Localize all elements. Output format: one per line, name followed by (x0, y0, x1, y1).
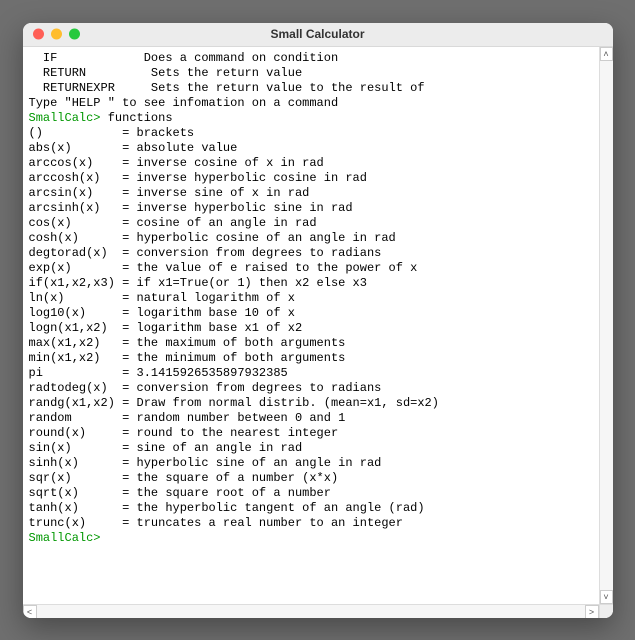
terminal-line: degtorad(x)= conversion from degrees to … (29, 246, 593, 261)
scroll-down-button[interactable]: ˅ (600, 590, 613, 604)
terminal-line: tanh(x)= the hyperbolic tangent of an an… (29, 501, 593, 516)
terminal-line: cos(x)= cosine of an angle in rad (29, 216, 593, 231)
close-icon[interactable] (33, 29, 44, 40)
prompt: SmallCalc> (29, 111, 101, 125)
terminal-line: arcsinh(x)= inverse hyperbolic sine in r… (29, 201, 593, 216)
scroll-up-button[interactable]: ˄ (600, 47, 613, 61)
terminal-line: sqr(x)= the square of a number (x*x) (29, 471, 593, 486)
terminal-line: random= random number between 0 and 1 (29, 411, 593, 426)
minimize-icon[interactable] (51, 29, 62, 40)
scroll-corner (599, 605, 613, 618)
traffic-lights (33, 29, 80, 40)
terminal-line: arcsin(x)= inverse sine of x in rad (29, 186, 593, 201)
horizontal-scrollbar[interactable]: ˂ ˃ (23, 604, 613, 618)
terminal-line: abs(x)= absolute value (29, 141, 593, 156)
terminal-line: log10(x)= logarithm base 10 of x (29, 306, 593, 321)
titlebar[interactable]: Small Calculator (23, 23, 613, 47)
hscroll-track[interactable] (37, 605, 585, 618)
terminal-line: ()= brackets (29, 126, 593, 141)
vertical-scrollbar[interactable]: ˄ ˅ (599, 47, 613, 604)
terminal-line: sqrt(x)= the square root of a number (29, 486, 593, 501)
terminal-line: ln(x)= natural logarithm of x (29, 291, 593, 306)
terminal-line: trunc(x)= truncates a real number to an … (29, 516, 593, 531)
terminal-line: SmallCalc> functions (29, 111, 593, 126)
terminal-line: IF Does a command on condition (29, 51, 593, 66)
content-area: IF Does a command on condition RETURN Se… (23, 47, 613, 604)
prompt[interactable]: SmallCalc> (29, 531, 101, 545)
terminal-line: pi= 3.1415926535897932385 (29, 366, 593, 381)
terminal-line: Type "HELP " to see infomation on a comm… (29, 96, 593, 111)
terminal-line: sin(x)= sine of an angle in rad (29, 441, 593, 456)
terminal-line: RETURNEXPR Sets the return value to the … (29, 81, 593, 96)
terminal-line: arccosh(x)= inverse hyperbolic cosine in… (29, 171, 593, 186)
terminal-line: RETURN Sets the return value (29, 66, 593, 81)
scroll-left-button[interactable]: ˂ (23, 605, 37, 618)
terminal-line: cosh(x)= hyperbolic cosine of an angle i… (29, 231, 593, 246)
scroll-right-button[interactable]: ˃ (585, 605, 599, 618)
terminal-line: round(x)= round to the nearest integer (29, 426, 593, 441)
terminal-line: SmallCalc> (29, 531, 593, 546)
terminal-line: arccos(x)= inverse cosine of x in rad (29, 156, 593, 171)
app-window: Small Calculator IF Does a command on co… (23, 23, 613, 618)
terminal-line: randg(x1,x2)= Draw from normal distrib. … (29, 396, 593, 411)
terminal-line: sinh(x)= hyperbolic sine of an angle in … (29, 456, 593, 471)
terminal-line: radtodeg(x)= conversion from degrees to … (29, 381, 593, 396)
terminal-line: min(x1,x2)= the minimum of both argument… (29, 351, 593, 366)
terminal-line: max(x1,x2)= the maximum of both argument… (29, 336, 593, 351)
zoom-icon[interactable] (69, 29, 80, 40)
terminal-line: exp(x)= the value of e raised to the pow… (29, 261, 593, 276)
terminal-output[interactable]: IF Does a command on condition RETURN Se… (23, 47, 599, 604)
terminal-line: logn(x1,x2)= logarithm base x1 of x2 (29, 321, 593, 336)
window-title: Small Calculator (23, 27, 613, 41)
terminal-line: if(x1,x2,x3)= if x1=True(or 1) then x2 e… (29, 276, 593, 291)
